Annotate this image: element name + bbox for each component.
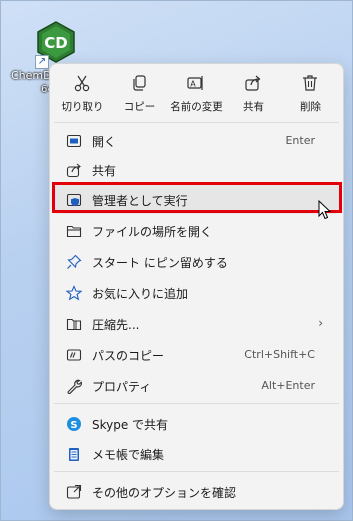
menu-item-label: Skype で共有 bbox=[92, 418, 169, 432]
menu-item-open-file-location[interactable]: ファイルの場所を開く bbox=[54, 216, 339, 245]
skype-icon: S bbox=[67, 417, 81, 431]
copy-icon bbox=[133, 75, 146, 91]
notepad-icon bbox=[69, 448, 79, 461]
menu-item-label: ファイルの場所を開く bbox=[92, 225, 213, 239]
chevron-right-icon: › bbox=[318, 316, 323, 330]
menu-item-pin-to-start[interactable]: スタート にピン留めする bbox=[54, 247, 339, 276]
menu-item-open[interactable]: 開く Enter bbox=[54, 126, 339, 155]
menu-separator bbox=[54, 122, 339, 123]
shortcut-text: Ctrl+Shift+C bbox=[244, 348, 315, 361]
folder-icon bbox=[66, 225, 82, 238]
path-icon bbox=[66, 349, 82, 361]
cut-button[interactable]: 切り取り bbox=[54, 70, 111, 118]
wrench-icon bbox=[67, 379, 82, 394]
svg-text:S: S bbox=[70, 420, 77, 431]
svg-text:A: A bbox=[190, 80, 196, 89]
open-icon bbox=[66, 134, 82, 148]
menu-item-label: 共有 bbox=[92, 164, 117, 178]
share-quick-button[interactable]: 共有 bbox=[225, 70, 282, 118]
copy-label: コピー bbox=[123, 101, 156, 113]
menu-item-label: スタート にピン留めする bbox=[92, 256, 228, 270]
menu-item-label: その他のオプションを確認 bbox=[92, 486, 237, 500]
menu-item-copy-path[interactable]: パスのコピー Ctrl+Shift+C bbox=[54, 340, 339, 369]
pin-icon bbox=[67, 254, 82, 269]
cut-label: 切り取り bbox=[61, 101, 104, 113]
share-quick-label: 共有 bbox=[243, 101, 264, 113]
menu-item-label: 圧縮先... bbox=[92, 318, 140, 332]
rename-icon: A bbox=[187, 76, 203, 90]
menu-item-label: プロパティ bbox=[92, 380, 152, 394]
rename-button[interactable]: A 名前の変更 bbox=[168, 70, 225, 118]
menu-separator bbox=[54, 403, 339, 404]
trash-icon bbox=[303, 75, 317, 91]
share-icon bbox=[66, 163, 81, 178]
quick-actions-row: 切り取り コピー A 名前の変更 共有 削除 bbox=[54, 70, 339, 118]
context-menu: 切り取り コピー A 名前の変更 共有 削除 開く Enter 共有 管理者とし… bbox=[49, 63, 344, 510]
shortcut-text: Alt+Enter bbox=[261, 379, 315, 392]
menu-item-share-skype[interactable]: S Skype で共有 bbox=[54, 409, 339, 438]
share-icon bbox=[245, 75, 261, 91]
delete-button[interactable]: 削除 bbox=[282, 70, 339, 118]
menu-separator bbox=[54, 471, 339, 472]
zip-icon bbox=[66, 318, 82, 331]
delete-label: 削除 bbox=[300, 101, 321, 113]
shortcut-arrow-icon: ↗ bbox=[35, 55, 49, 69]
copy-button[interactable]: コピー bbox=[111, 70, 168, 118]
highlight-annotation bbox=[52, 182, 342, 213]
star-icon bbox=[66, 285, 82, 301]
menu-item-compress-to[interactable]: 圧縮先... › bbox=[54, 309, 339, 338]
menu-item-label: 開く bbox=[92, 135, 117, 149]
shortcut-text: Enter bbox=[285, 134, 315, 147]
more-options-icon bbox=[66, 484, 82, 499]
menu-item-share[interactable]: 共有 bbox=[54, 155, 339, 184]
menu-item-properties[interactable]: プロパティ Alt+Enter bbox=[54, 371, 339, 400]
desktop-icon-label: ChemD bbox=[11, 69, 52, 82]
menu-item-label: お気に入りに追加 bbox=[92, 287, 189, 301]
menu-item-label: パスのコピー bbox=[92, 349, 165, 363]
scissors-icon bbox=[74, 75, 90, 92]
menu-item-show-more-options[interactable]: その他のオプションを確認 bbox=[54, 477, 339, 506]
app-logo-text: CD bbox=[44, 34, 67, 52]
rename-label: 名前の変更 bbox=[170, 101, 223, 113]
menu-item-add-to-favorites[interactable]: お気に入りに追加 bbox=[54, 278, 339, 307]
menu-item-label: メモ帳で編集 bbox=[92, 448, 165, 462]
mouse-cursor-icon bbox=[318, 200, 332, 220]
menu-item-edit-notepad[interactable]: メモ帳で編集 bbox=[54, 439, 339, 468]
